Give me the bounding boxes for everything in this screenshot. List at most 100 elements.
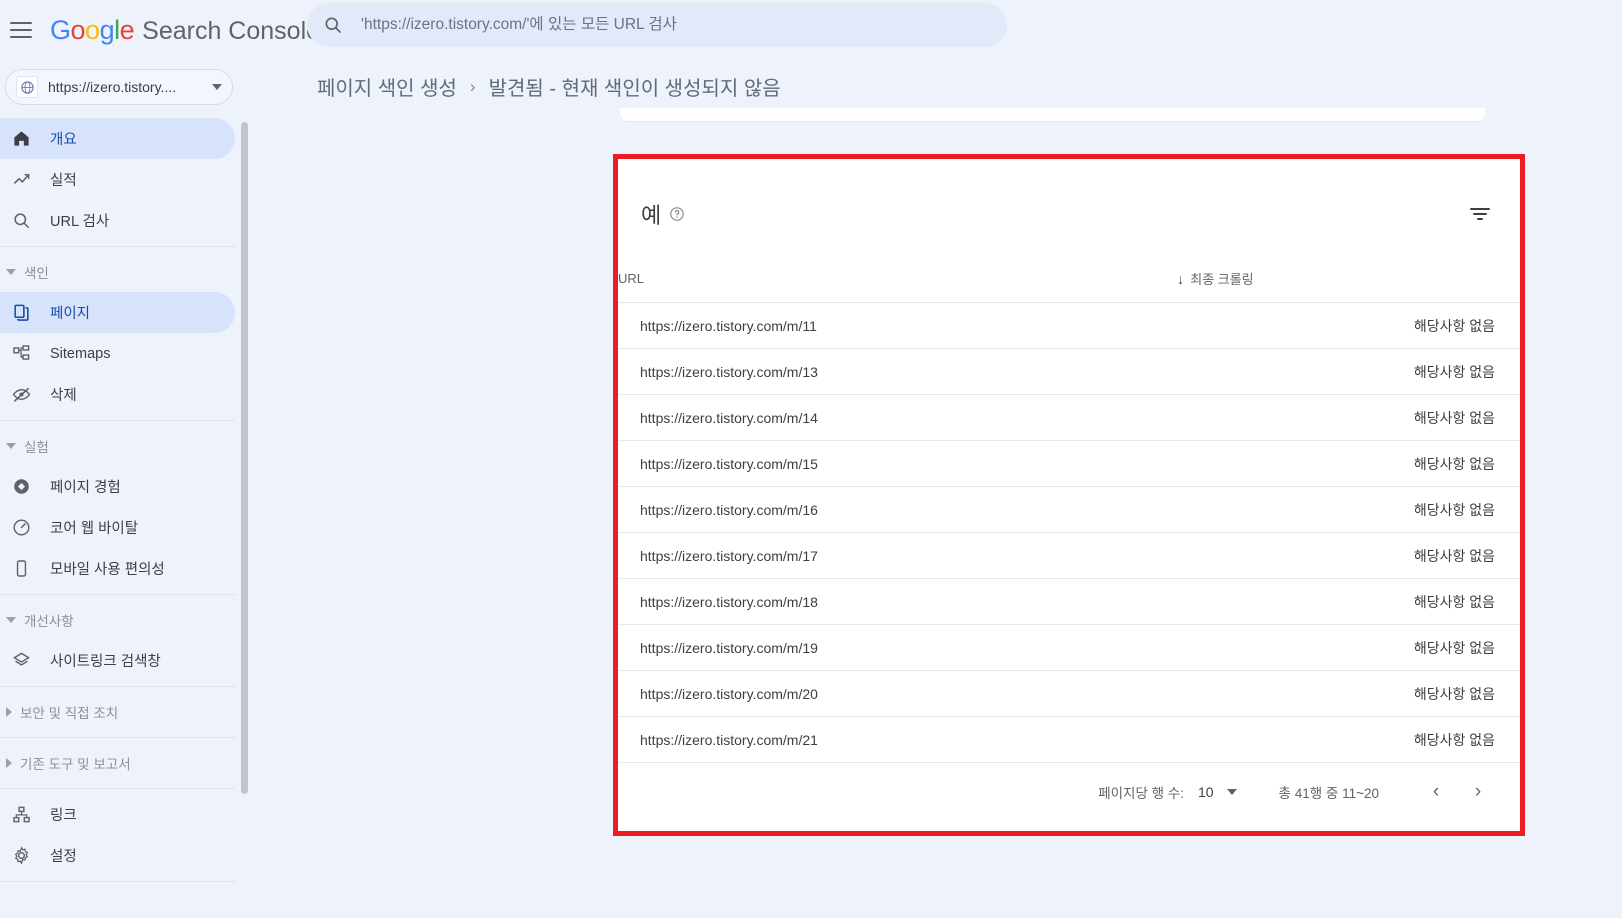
cell-url[interactable]: https://izero.tistory.com/m/15 [618, 440, 1178, 487]
layers-icon [12, 651, 38, 670]
sidebar-item-overview[interactable]: 개요 [0, 118, 235, 159]
property-label: https://izero.tistory.... [48, 79, 177, 95]
sidebar-group-indexing[interactable]: 색인 [0, 252, 243, 292]
cell-last-crawl: 해당사항 없음 [1177, 348, 1520, 395]
cell-last-crawl: 해당사항 없음 [1177, 440, 1520, 487]
sidebar-label-overview: 개요 [50, 132, 77, 148]
sidebar-item-url-inspection[interactable]: URL 검사 [0, 200, 235, 241]
cell-url[interactable]: https://izero.tistory.com/m/19 [618, 624, 1178, 671]
table-row[interactable]: https://izero.tistory.com/m/18 해당사항 없음 [618, 578, 1520, 625]
sidebar-divider [0, 881, 235, 882]
sidebar-nav: 개요 실적 URL 검사 색인 페이지 Sitemaps 삭제 실험 페이지 경… [0, 118, 243, 918]
home-icon [12, 129, 38, 148]
globe-icon [16, 76, 38, 98]
column-label-url: URL [618, 271, 645, 286]
breadcrumb-current: 발견됨 - 현재 색인이 생성되지 않음 [488, 78, 781, 100]
sidebar-label-sitemaps: Sitemaps [50, 345, 111, 362]
cell-last-crawl: 해당사항 없음 [1177, 578, 1520, 625]
sidebar-divider [0, 246, 235, 247]
column-header-url[interactable]: URL [618, 269, 1178, 303]
card-title: 예 [641, 203, 662, 228]
mobile-phone-icon [12, 559, 38, 578]
sidebar-item-links[interactable]: 링크 [0, 794, 235, 835]
sidebar-item-sitemaps[interactable]: Sitemaps [0, 333, 235, 374]
chevron-down-icon [6, 443, 16, 449]
rows-per-page-label: 페이지당 행 수: [1098, 786, 1184, 801]
pages-copy-icon [12, 303, 38, 322]
search-icon [12, 211, 38, 230]
cell-last-crawl: 해당사항 없음 [1177, 394, 1520, 441]
sidebar-divider [0, 788, 235, 789]
sidebar-divider [0, 737, 235, 738]
card-header: 예 [618, 159, 1520, 269]
logo-letter-o1: o [70, 14, 86, 45]
chevron-down-icon[interactable] [212, 84, 222, 90]
chevron-right-icon [6, 707, 12, 717]
sidebar-group-legacy-tools[interactable]: 기존 도구 및 보고서 [0, 743, 243, 783]
sidebar-label-links: 링크 [50, 808, 77, 824]
table-row[interactable]: https://izero.tistory.com/m/21 해당사항 없음 [618, 716, 1520, 763]
links-icon [12, 805, 38, 824]
sidebar-divider [0, 594, 235, 595]
table-row[interactable]: https://izero.tistory.com/m/11 해당사항 없음 [618, 302, 1520, 349]
sidebar-item-performance[interactable]: 실적 [0, 159, 235, 200]
sidebar-divider [0, 686, 235, 687]
cell-last-crawl: 해당사항 없음 [1177, 486, 1520, 533]
sidebar-item-page-experience[interactable]: 페이지 경험 [0, 466, 235, 507]
cell-url[interactable]: https://izero.tistory.com/m/16 [618, 486, 1178, 533]
main-content: 예 URL ↓ 최종 크롤링 https://izero.tistory.com… [243, 108, 1622, 918]
cell-url[interactable]: https://izero.tistory.com/m/18 [618, 578, 1178, 625]
table-row[interactable]: https://izero.tistory.com/m/16 해당사항 없음 [618, 486, 1520, 533]
search-input[interactable] [359, 15, 979, 35]
cell-url[interactable]: https://izero.tistory.com/m/13 [618, 348, 1178, 395]
cell-url[interactable]: https://izero.tistory.com/m/20 [618, 670, 1178, 717]
global-search-box[interactable] [307, 3, 1007, 47]
cell-url[interactable]: https://izero.tistory.com/m/11 [618, 302, 1178, 349]
sidebar-label-removals: 삭제 [50, 388, 77, 404]
sidebar-item-settings[interactable]: 설정 [0, 835, 235, 876]
sidebar-item-core-web-vitals[interactable]: 코어 웹 바이탈 [0, 507, 235, 548]
hamburger-menu-icon[interactable] [10, 22, 32, 38]
sidebar-group-experience[interactable]: 실험 [0, 426, 243, 466]
sidebar-label-settings: 설정 [50, 849, 77, 865]
app-title: Search Console [142, 16, 321, 45]
sidebar-group-label-legacy-tools: 기존 도구 및 보고서 [20, 757, 131, 772]
cell-url[interactable]: https://izero.tistory.com/m/21 [618, 716, 1178, 763]
google-logo: Google [50, 14, 135, 46]
breadcrumb: 페이지 색인 생성 › 발견됨 - 현재 색인이 생성되지 않음 [317, 72, 781, 101]
table-row[interactable]: https://izero.tistory.com/m/13 해당사항 없음 [618, 348, 1520, 395]
sidebar-item-pages[interactable]: 페이지 [0, 292, 235, 333]
sidebar-group-enhancements[interactable]: 개선사항 [0, 600, 243, 640]
cell-url[interactable]: https://izero.tistory.com/m/14 [618, 394, 1178, 441]
sidebar-item-sitelinks-searchbox[interactable]: 사이트링크 검색창 [0, 640, 235, 681]
chevron-down-icon [1226, 789, 1237, 795]
sidebar-label-mobile-usability: 모바일 사용 편의성 [50, 562, 165, 578]
column-header-last-crawl[interactable]: ↓ 최종 크롤링 [1177, 269, 1520, 303]
cell-url[interactable]: https://izero.tistory.com/m/17 [618, 532, 1178, 579]
table-row[interactable]: https://izero.tistory.com/m/14 해당사항 없음 [618, 394, 1520, 441]
sidebar-group-security-actions[interactable]: 보안 및 직접 조치 [0, 692, 243, 732]
table-row[interactable]: https://izero.tistory.com/m/17 해당사항 없음 [618, 532, 1520, 579]
chevron-right-icon[interactable]: › [1461, 775, 1495, 809]
sidebar-label-performance: 실적 [50, 173, 77, 189]
chevron-left-icon[interactable]: ‹ [1419, 775, 1453, 809]
table-row[interactable]: https://izero.tistory.com/m/20 해당사항 없음 [618, 670, 1520, 717]
logo-letter-g: G [50, 14, 71, 45]
table-row[interactable]: https://izero.tistory.com/m/19 해당사항 없음 [618, 624, 1520, 671]
filter-icon[interactable] [1468, 202, 1492, 226]
sidebar-item-mobile-usability[interactable]: 모바일 사용 편의성 [0, 548, 235, 589]
sidebar-item-removals[interactable]: 삭제 [0, 374, 235, 415]
sidebar-label-pages: 페이지 [50, 306, 91, 322]
property-selector[interactable]: https://izero.tistory.... [5, 69, 233, 105]
breadcrumb-parent[interactable]: 페이지 색인 생성 [317, 72, 457, 101]
examples-card-highlighted: 예 URL ↓ 최종 크롤링 https://izero.tistory.com… [613, 154, 1525, 836]
cell-last-crawl: 해당사항 없음 [1177, 624, 1520, 671]
cell-last-crawl: 해당사항 없음 [1177, 716, 1520, 763]
rows-per-page-select[interactable]: 10 [1198, 784, 1237, 800]
sitemap-icon [12, 344, 38, 363]
table-row[interactable]: https://izero.tistory.com/m/15 해당사항 없음 [618, 440, 1520, 487]
rows-per-page-value: 10 [1197, 784, 1214, 800]
chevron-right-icon [6, 758, 12, 768]
help-circle-icon[interactable] [669, 206, 685, 222]
app-brand: Google Search Console [50, 15, 320, 46]
